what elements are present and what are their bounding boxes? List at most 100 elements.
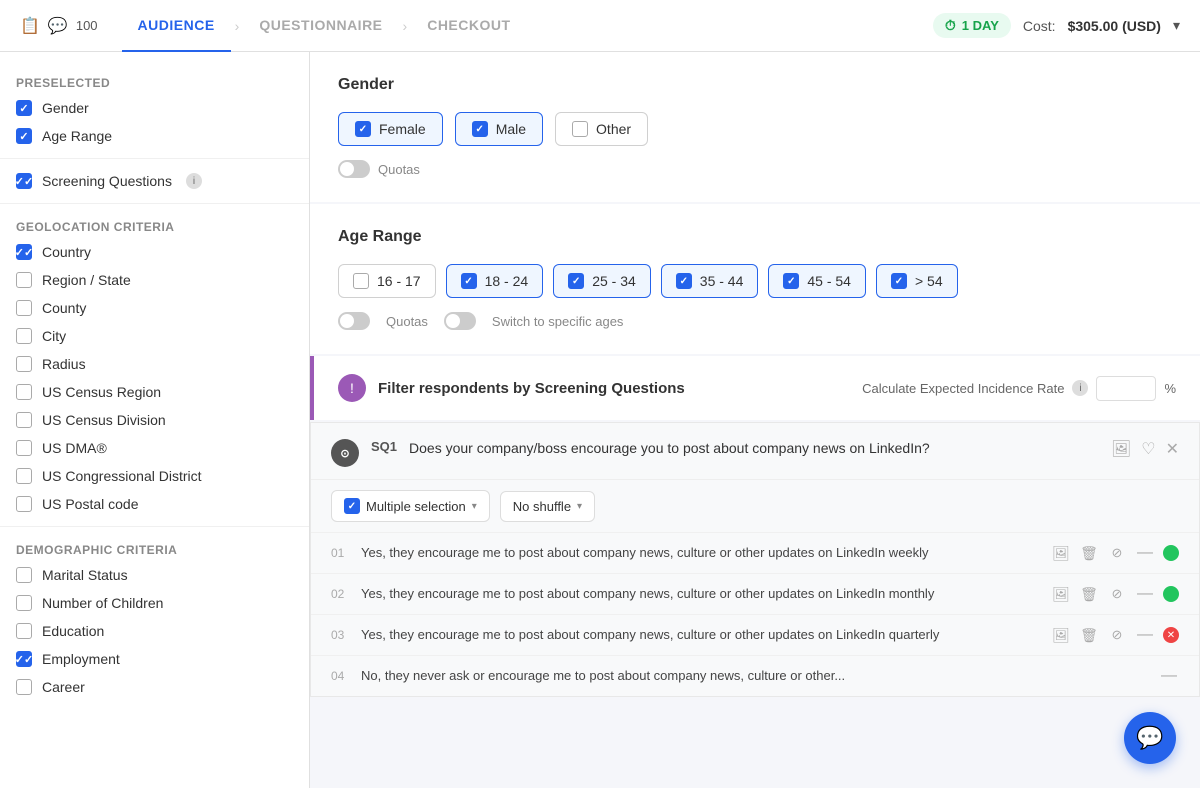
type-chevron: ▾ xyxy=(472,501,477,512)
screening-info-icon[interactable]: i xyxy=(186,173,202,189)
screening-checkbox[interactable]: ✓ xyxy=(16,173,32,189)
age-specific-toggle[interactable] xyxy=(444,312,476,330)
answer-row-4: 04 No, they never ask or encourage me to… xyxy=(311,655,1199,696)
answer-text-2: Yes, they encourage me to post about com… xyxy=(361,585,1041,603)
sq-icon: ⊙ xyxy=(331,439,359,467)
nav-tabs: AUDIENCE › QUESTIONNAIRE › CHECKOUT xyxy=(122,0,933,52)
county-checkbox[interactable] xyxy=(16,300,32,316)
sq-image-icon[interactable]: 🖼 xyxy=(1111,439,1131,459)
us-census-division-checkbox[interactable] xyxy=(16,412,32,428)
sidebar-item-employment[interactable]: ✓ Employment xyxy=(0,645,309,673)
answer-image-icon-1[interactable]: 🖼 xyxy=(1051,543,1071,563)
age-25-34-checkbox xyxy=(568,273,584,289)
age-45-54-option[interactable]: 45 - 54 xyxy=(768,264,866,298)
sidebar-item-marital-status[interactable]: Marital Status xyxy=(0,561,309,589)
tab-audience[interactable]: AUDIENCE xyxy=(122,0,231,52)
gender-quotas-toggle[interactable] xyxy=(338,160,370,178)
answer-row-1: 01 Yes, they encourage me to post about … xyxy=(311,532,1199,573)
question-controls: Multiple selection ▾ No shuffle ▾ xyxy=(311,480,1199,532)
region-state-label: Region / State xyxy=(42,272,131,288)
sidebar-item-us-dma[interactable]: US DMA® xyxy=(0,434,309,462)
sidebar-item-county[interactable]: County xyxy=(0,294,309,322)
question-header: ⊙ SQ1 Does your company/boss encourage y… xyxy=(311,423,1199,480)
incidence-info-icon[interactable]: i xyxy=(1072,380,1088,396)
country-label: Country xyxy=(42,244,91,260)
sidebar-item-city[interactable]: City xyxy=(0,322,309,350)
age-25-34-option[interactable]: 25 - 34 xyxy=(553,264,651,298)
age-18-24-option[interactable]: 18 - 24 xyxy=(446,264,544,298)
answer-dash-icon-3[interactable]: — xyxy=(1135,625,1155,645)
answer-image-icon-2[interactable]: 🖼 xyxy=(1051,584,1071,604)
age-16-17-option[interactable]: 16 - 17 xyxy=(338,264,436,298)
us-postal-code-checkbox[interactable] xyxy=(16,496,32,512)
answer-dash-icon-2[interactable]: — xyxy=(1135,584,1155,604)
city-checkbox[interactable] xyxy=(16,328,32,344)
sidebar-item-region-state[interactable]: Region / State xyxy=(0,266,309,294)
us-census-region-checkbox[interactable] xyxy=(16,384,32,400)
age-54plus-option[interactable]: > 54 xyxy=(876,264,958,298)
age-quotas-toggle[interactable] xyxy=(338,312,370,330)
sidebar-item-country[interactable]: ✓ Country xyxy=(0,238,309,266)
answer-ban-icon-2[interactable]: ⊘ xyxy=(1107,584,1127,604)
sidebar-item-screening[interactable]: ✓ Screening Questions i xyxy=(0,167,309,195)
age-35-44-option[interactable]: 35 - 44 xyxy=(661,264,759,298)
employment-checkbox[interactable]: ✓ xyxy=(16,651,32,667)
us-postal-code-label: US Postal code xyxy=(42,496,139,512)
chat-fab[interactable]: 💬 xyxy=(1124,712,1176,764)
sidebar-item-number-of-children[interactable]: Number of Children xyxy=(0,589,309,617)
career-checkbox[interactable] xyxy=(16,679,32,695)
gender-section-title: Gender xyxy=(338,76,1172,94)
education-label: Education xyxy=(42,623,104,639)
sidebar-item-radius[interactable]: Radius xyxy=(0,350,309,378)
pct-symbol: % xyxy=(1164,381,1176,396)
age-range-checkbox[interactable] xyxy=(16,128,32,144)
answer-ban-icon-3[interactable]: ⊘ xyxy=(1107,625,1127,645)
sidebar-item-us-postal-code[interactable]: US Postal code xyxy=(0,490,309,518)
sidebar-item-us-census-region[interactable]: US Census Region xyxy=(0,378,309,406)
tab-checkout[interactable]: CHECKOUT xyxy=(411,0,526,52)
us-congressional-district-checkbox[interactable] xyxy=(16,468,32,484)
us-dma-checkbox[interactable] xyxy=(16,440,32,456)
answer-dash-icon-4[interactable]: — xyxy=(1159,666,1179,686)
gender-checkbox[interactable] xyxy=(16,100,32,116)
answer-trash-icon-1[interactable]: 🗑 xyxy=(1079,543,1099,563)
radius-checkbox[interactable] xyxy=(16,356,32,372)
career-label: Career xyxy=(42,679,85,695)
age-54plus-label: > 54 xyxy=(915,273,943,289)
shuffle-select[interactable]: No shuffle ▾ xyxy=(500,491,595,522)
time-value: 1 DAY xyxy=(962,18,999,33)
sq-text: Does your company/boss encourage you to … xyxy=(409,439,1099,459)
sidebar-item-us-congressional-district[interactable]: US Congressional District xyxy=(0,462,309,490)
other-option[interactable]: Other xyxy=(555,112,648,146)
sq-heart-icon[interactable]: ♡ xyxy=(1141,439,1155,459)
sidebar-item-gender[interactable]: Gender xyxy=(0,94,309,122)
chat-fab-icon: 💬 xyxy=(1136,725,1163,751)
female-option[interactable]: Female xyxy=(338,112,443,146)
gender-card: Gender Female Male Other Quotas xyxy=(310,52,1200,202)
sq-close-icon[interactable]: ✕ xyxy=(1166,439,1179,459)
sidebar-item-us-census-division[interactable]: US Census Division xyxy=(0,406,309,434)
sidebar-item-career[interactable]: Career xyxy=(0,673,309,701)
incidence-input[interactable] xyxy=(1096,376,1156,401)
education-checkbox[interactable] xyxy=(16,623,32,639)
answer-dash-icon-1[interactable]: — xyxy=(1135,543,1155,563)
answer-trash-icon-3[interactable]: 🗑 xyxy=(1079,625,1099,645)
sidebar-item-age-range[interactable]: Age Range xyxy=(0,122,309,150)
male-option[interactable]: Male xyxy=(455,112,543,146)
region-state-checkbox[interactable] xyxy=(16,272,32,288)
answer-image-icon-3[interactable]: 🖼 xyxy=(1051,625,1071,645)
number-of-children-checkbox[interactable] xyxy=(16,595,32,611)
answer-trash-icon-2[interactable]: 🗑 xyxy=(1079,584,1099,604)
marital-status-checkbox[interactable] xyxy=(16,567,32,583)
answer-row-3: 03 Yes, they encourage me to post about … xyxy=(311,614,1199,655)
type-select[interactable]: Multiple selection ▾ xyxy=(331,490,490,522)
age-45-54-checkbox xyxy=(783,273,799,289)
answer-ban-icon-1[interactable]: ⊘ xyxy=(1107,543,1127,563)
age-specific-label: Switch to specific ages xyxy=(492,314,624,329)
sidebar-item-education[interactable]: Education xyxy=(0,617,309,645)
tab-questionnaire[interactable]: QUESTIONNAIRE xyxy=(243,0,398,52)
demographic-title: Demographic criteria xyxy=(0,535,309,561)
nav-sep-2: › xyxy=(403,18,408,34)
country-checkbox[interactable]: ✓ xyxy=(16,244,32,260)
cost-dropdown-icon[interactable]: ▾ xyxy=(1173,17,1180,34)
